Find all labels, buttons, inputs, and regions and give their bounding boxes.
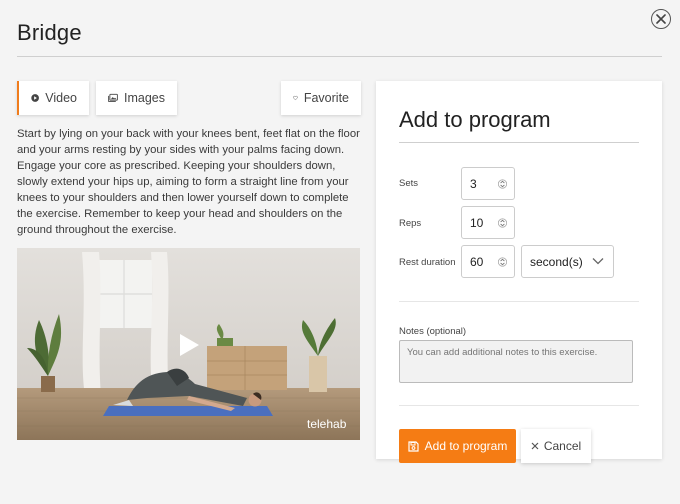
stepper-arrows-icon[interactable] <box>498 178 507 190</box>
notes-label: Notes (optional) <box>399 326 467 337</box>
save-icon <box>408 440 419 452</box>
exercise-modal: Bridge Video Images Favorite Start by ly… <box>0 0 680 504</box>
add-to-program-panel: Add to program Sets 3 Reps 10 Rest durat… <box>376 81 662 463</box>
cancel-button[interactable]: Cancel <box>521 429 591 463</box>
tab-video[interactable]: Video <box>17 81 89 115</box>
play-circle-icon <box>31 94 39 102</box>
title-divider <box>17 56 662 57</box>
favorite-button[interactable]: Favorite <box>281 81 361 115</box>
stepper-arrows-icon[interactable] <box>498 256 507 268</box>
rest-duration-label: Rest duration <box>399 257 456 268</box>
sets-value: 3 <box>470 176 477 191</box>
rest-duration-stepper[interactable]: 60 <box>461 245 515 278</box>
chevron-down-icon <box>592 258 604 265</box>
reps-stepper[interactable]: 10 <box>461 206 515 239</box>
reps-value: 10 <box>470 215 484 230</box>
page-title: Bridge <box>17 20 82 45</box>
cancel-label: Cancel <box>543 439 582 453</box>
sets-stepper[interactable]: 3 <box>461 167 515 200</box>
reps-label: Reps <box>399 218 422 229</box>
tab-video-label: Video <box>45 91 77 105</box>
images-icon <box>108 93 118 102</box>
close-icon <box>656 14 666 24</box>
favorite-label: Favorite <box>303 91 349 105</box>
stepper-arrows-icon[interactable] <box>498 217 507 229</box>
rest-unit-select[interactable]: second(s) <box>521 245 614 278</box>
heart-icon <box>293 95 298 101</box>
panel-title: Add to program <box>399 107 551 132</box>
play-icon <box>180 334 199 356</box>
add-to-program-label: Add to program <box>424 439 508 453</box>
rest-duration-value: 60 <box>470 254 484 269</box>
panel-title-divider <box>399 142 639 143</box>
sets-label: Sets <box>399 178 419 189</box>
add-to-program-button[interactable]: Add to program <box>399 429 516 463</box>
video-player[interactable]: telehab <box>17 248 360 440</box>
section-divider <box>399 301 639 302</box>
section-divider <box>399 405 639 406</box>
x-icon <box>531 442 539 450</box>
close-button[interactable] <box>651 9 671 29</box>
tab-images-label: Images <box>124 91 165 105</box>
exercise-description: Start by lying on your back with your kn… <box>17 128 360 236</box>
notes-textarea[interactable] <box>399 340 633 383</box>
rest-unit-value: second(s) <box>530 254 583 269</box>
video-watermark: telehab <box>307 417 347 431</box>
tab-images[interactable]: Images <box>96 81 177 115</box>
